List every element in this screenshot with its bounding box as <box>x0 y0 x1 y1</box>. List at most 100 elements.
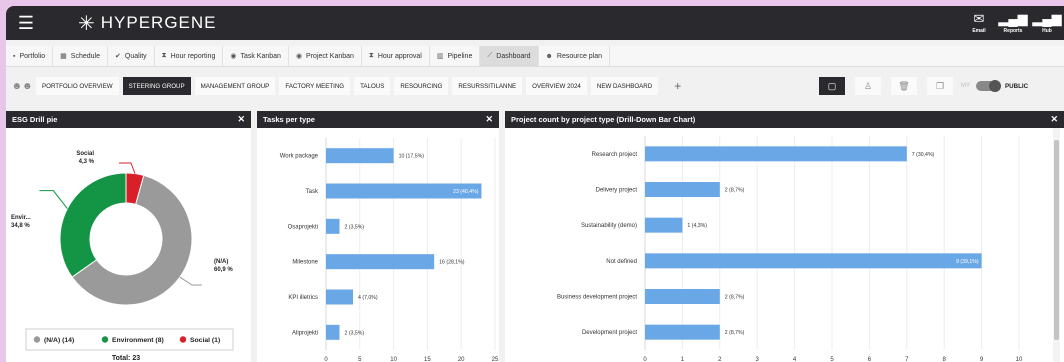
close-icon[interactable]: ✕ <box>485 114 493 125</box>
tasks-panel-header: Tasks per type ✕ <box>257 111 499 128</box>
tasks-bar-chart: 0 5 10 15 20 25 Work package 10 (17,5%) Task 23 (… <box>280 138 499 362</box>
x-tick-label: 15 <box>424 357 431 362</box>
tab-quality[interactable]: ✔ Quality <box>108 46 155 66</box>
data-label: 23 (40,4%) <box>453 189 479 195</box>
data-label: 4 (7,0%) <box>358 295 378 301</box>
bar <box>645 146 907 162</box>
legend-label: (N/A) (14) <box>44 337 74 344</box>
data-label: 2 (8,7%) <box>725 188 745 194</box>
x-tick-label: 25 <box>492 357 499 362</box>
tab-hour-approval[interactable]: ⧗ Hour approval <box>362 46 430 66</box>
pie-label-leader <box>39 190 68 209</box>
close-icon[interactable]: ✕ <box>1050 114 1058 125</box>
copy-icon: ❐ <box>935 80 945 91</box>
app-logo: ✳ HYPERGENE <box>78 11 217 36</box>
dashboard-tab-steering-group[interactable]: STEERING GROUP <box>122 77 191 95</box>
category-label: Delivery project <box>596 188 638 194</box>
pie-label: 34,8 % <box>11 223 30 229</box>
dashboard-tab-factory-meeting[interactable]: FACTORY MEETING <box>279 77 351 95</box>
esg-pie-chart: Social 4,3 % Envir... 34,8 % (N/A) 60,9 % (N/A… <box>11 151 234 362</box>
category-label: Development project <box>582 330 637 336</box>
signal-bars-icon: ▂▄▆ <box>1032 11 1062 26</box>
tab-label: Portfolio <box>19 52 46 60</box>
bar <box>326 148 394 164</box>
dashboard-tab-overview-2024[interactable]: OVERVIEW 2024 <box>526 77 587 95</box>
panel-title: Tasks per type <box>263 115 315 124</box>
tab-pipeline[interactable]: ▥ Pipeline <box>430 46 481 66</box>
tab-project-kanban[interactable]: ◉ Project Kanban <box>289 46 362 66</box>
header-icons: ✉ Email ▂▄▆ Reports ▂▄▆ Hub <box>962 6 1064 40</box>
hub-button[interactable]: ▂▄▆ Hub <box>1030 6 1064 40</box>
x-tick-label: 0 <box>324 357 328 362</box>
bar <box>645 182 720 197</box>
legend-swatch <box>33 336 41 343</box>
panel-title: Project count by project type (Drill-Dow… <box>511 115 696 124</box>
dashboard-tab-talous[interactable]: TALOUS <box>354 77 391 95</box>
pie-label: (N/A) <box>214 259 228 265</box>
x-tick-label: 6 <box>868 357 872 362</box>
visibility-toggle[interactable] <box>976 80 1001 92</box>
category-label: Sustainability (demo) <box>581 223 637 229</box>
pie-label: Social <box>76 151 94 157</box>
bar <box>645 253 982 269</box>
hourglass-icon: ⧗ <box>161 52 167 59</box>
category-label: KPI illetrics <box>288 295 318 301</box>
pie-total: Total: 23 <box>112 355 140 362</box>
check-icon: ✔ <box>115 53 121 60</box>
category-label: Milestone <box>292 260 318 266</box>
dashboard-tab-resourcing[interactable]: RESOURCING <box>394 77 449 95</box>
user-button[interactable]: ♙ <box>855 77 881 95</box>
briefcase-icon: ▪ <box>13 52 16 60</box>
delete-button[interactable]: 🗑 <box>891 77 917 95</box>
tab-task-kanban[interactable]: ◉ Task Kanban <box>223 46 289 66</box>
x-tick-label: 10 <box>390 357 397 362</box>
line-chart-icon: ⟋ <box>487 52 493 59</box>
pie-label: Envir... <box>11 215 31 221</box>
logo-icon: ✳ <box>78 12 95 35</box>
bar <box>326 289 354 305</box>
x-tick-label: 2 <box>718 357 722 362</box>
category-label: Work package <box>280 154 319 160</box>
copy-button[interactable]: ❐ <box>927 77 953 95</box>
group-icon: ☻☻ <box>11 80 33 92</box>
layout-button[interactable]: ▢ <box>819 77 845 95</box>
tab-dashboard[interactable]: ⟋ Dashboard <box>480 46 539 66</box>
signal-bars-icon: ▂▄▆ <box>998 11 1028 26</box>
dashboard-tab-new-dashboard[interactable]: NEW DASHBOARD <box>590 77 659 95</box>
category-label: Task <box>306 189 319 195</box>
data-label: 2 (3,5%) <box>345 330 365 336</box>
trash-icon: 🗑 <box>898 80 910 91</box>
x-tick-label: 7 <box>905 357 909 362</box>
tab-portfolio[interactable]: ▪ Portfolio <box>6 46 54 66</box>
pie-label-leader <box>118 162 136 174</box>
panel-title: ESG Drill pie <box>12 115 58 124</box>
tab-resource-plan[interactable]: ☻ Resource plan <box>539 46 611 66</box>
tab-label: Pipeline <box>447 52 473 60</box>
kanban-icon: ◉ <box>230 53 237 60</box>
reports-button[interactable]: ▂▄▆ Reports <box>996 6 1030 40</box>
dashboard-tab-management-group[interactable]: MANAGEMENT GROUP <box>194 77 276 95</box>
menu-icon[interactable]: ☰ <box>6 13 46 34</box>
dashboard-tab-resurssitilanne[interactable]: RESURSSITILANNE <box>452 77 523 95</box>
scrollbar-thumb <box>1054 140 1059 340</box>
esg-panel-header: ESG Drill pie ✕ <box>6 111 251 128</box>
dashboard-tabs: ☻☻ PORTFOLIO OVERVIEW STEERING GROUP MAN… <box>6 73 1064 99</box>
bar <box>326 218 340 234</box>
category-label: Business development project <box>557 295 637 301</box>
legend-label: Social (1) <box>190 337 220 344</box>
data-label: 2 (8,7%) <box>725 330 745 336</box>
tab-hour-reporting[interactable]: ⧗ Hour reporting <box>155 46 224 66</box>
tab-label: Quality <box>124 52 147 60</box>
close-icon[interactable]: ✕ <box>237 114 245 125</box>
tab-label: Schedule <box>70 52 100 60</box>
x-tick-label: 4 <box>793 357 797 362</box>
email-button[interactable]: ✉ Email <box>962 6 996 40</box>
tab-schedule[interactable]: ▦ Schedule <box>53 46 108 66</box>
add-dashboard-button[interactable]: + <box>674 79 681 93</box>
x-tick-label: 5 <box>830 357 834 362</box>
dashboard-tab-portfolio-overview[interactable]: PORTFOLIO OVERVIEW <box>36 77 119 95</box>
my-label: MY <box>961 83 970 89</box>
bar <box>645 324 720 340</box>
kanban-icon: ◉ <box>295 53 303 60</box>
category-label: Research project <box>592 152 638 158</box>
